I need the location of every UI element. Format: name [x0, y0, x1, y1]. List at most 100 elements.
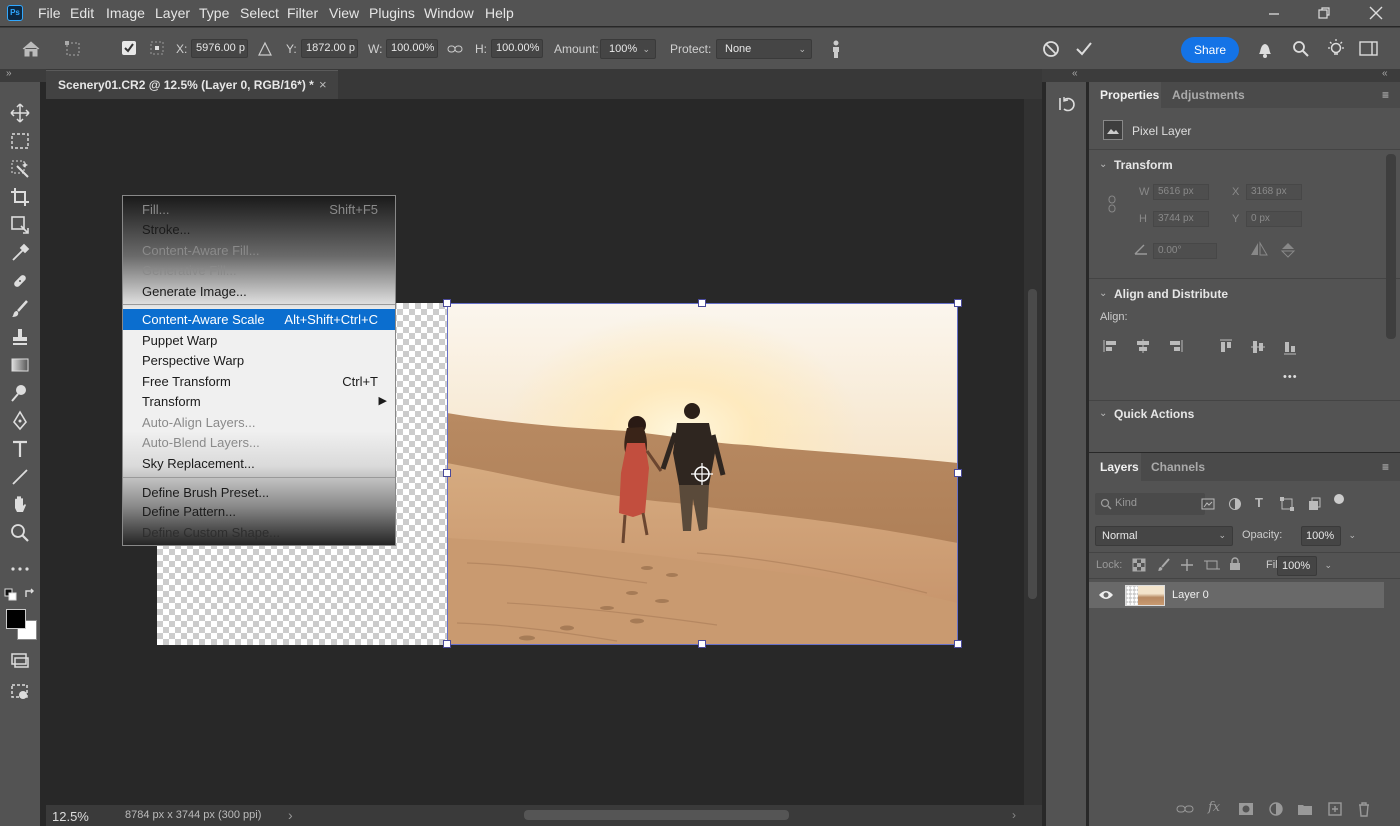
- share-button[interactable]: Share: [1181, 37, 1239, 63]
- minimize-icon[interactable]: [1264, 3, 1284, 23]
- clone-stamp-tool-icon[interactable]: [9, 326, 31, 348]
- menu-plugins[interactable]: Plugins: [369, 5, 415, 21]
- chevron-down-icon[interactable]: ⌄: [1099, 408, 1107, 419]
- menu-item-define-pattern[interactable]: Define Pattern...: [123, 501, 395, 522]
- close-tab-icon[interactable]: ×: [319, 77, 327, 92]
- layer-name[interactable]: Layer 0: [1172, 589, 1209, 601]
- protect-skin-tones-icon[interactable]: [828, 39, 844, 59]
- flip-vertical-icon[interactable]: [1280, 241, 1296, 259]
- chevron-down-icon[interactable]: ⌄: [1099, 159, 1107, 170]
- flip-horizontal-icon[interactable]: [1249, 241, 1269, 257]
- menu-item-generative-fill[interactable]: Generative Fill...: [123, 260, 395, 281]
- menu-layer[interactable]: Layer: [155, 5, 190, 21]
- filter-smart-object-icon[interactable]: [1307, 497, 1321, 511]
- object-selection-tool-icon[interactable]: [9, 158, 31, 180]
- commit-transform-icon[interactable]: [1074, 39, 1094, 59]
- transform-section-title[interactable]: Transform: [1114, 158, 1173, 172]
- blend-mode-dropdown[interactable]: Normal ⌄: [1095, 526, 1233, 546]
- menu-item-puppet-warp[interactable]: Puppet Warp: [123, 330, 395, 351]
- prop-y-field[interactable]: 0 px: [1246, 211, 1302, 227]
- amount-dropdown[interactable]: 100% ⌄: [600, 39, 656, 59]
- search-icon[interactable]: [1292, 40, 1310, 58]
- link-layers-icon[interactable]: [1176, 800, 1194, 818]
- collapse-left-icon[interactable]: «: [1072, 68, 1078, 79]
- healing-brush-tool-icon[interactable]: [9, 270, 31, 292]
- menu-item-content-aware-fill[interactable]: Content-Aware Fill...: [123, 240, 395, 261]
- transform-bounding-box[interactable]: [447, 303, 958, 645]
- foreground-color-swatch[interactable]: [6, 609, 26, 629]
- restore-icon[interactable]: [1314, 3, 1334, 23]
- document-info[interactable]: 8784 px x 3744 px (300 ppi): [125, 809, 261, 821]
- menu-item-fill[interactable]: Fill... Shift+F5: [123, 199, 395, 220]
- menu-item-auto-align-layers[interactable]: Auto-Align Layers...: [123, 412, 395, 433]
- swap-colors-icon[interactable]: [23, 587, 37, 601]
- menu-item-stroke[interactable]: Stroke...: [123, 219, 395, 240]
- pen-tool-icon[interactable]: [9, 410, 31, 432]
- transform-tool-preset-icon[interactable]: [62, 39, 86, 59]
- transform-handle-top-left[interactable]: [443, 299, 451, 307]
- transform-handle-bottom-right[interactable]: [954, 640, 962, 648]
- menu-item-define-custom-shape[interactable]: Define Custom Shape...: [123, 522, 395, 543]
- align-top-icon[interactable]: [1219, 339, 1233, 355]
- workspace-layout-icon[interactable]: [1359, 41, 1379, 57]
- chevron-down-icon[interactable]: ⌄: [1348, 530, 1356, 541]
- menu-item-define-brush-preset[interactable]: Define Brush Preset...: [123, 482, 395, 503]
- prop-h-field[interactable]: 3744 px: [1153, 211, 1209, 227]
- layer-row[interactable]: Layer 0: [1089, 582, 1384, 608]
- collapse-right-icon[interactable]: «: [1382, 68, 1388, 79]
- panel-menu-icon[interactable]: ≡: [1382, 88, 1389, 102]
- prop-angle-field[interactable]: 0.00°: [1153, 243, 1217, 259]
- menu-item-transform[interactable]: Transform ▶: [123, 391, 395, 412]
- delete-layer-trash-icon[interactable]: [1355, 800, 1373, 818]
- marquee-tool-icon[interactable]: [9, 130, 31, 152]
- layer-filter-search[interactable]: Kind: [1095, 493, 1205, 515]
- eyedropper-tool-icon[interactable]: [9, 242, 31, 264]
- add-mask-icon[interactable]: [1237, 800, 1255, 818]
- lock-artboard-icon[interactable]: [1204, 558, 1220, 572]
- transform-handle-bottom-left[interactable]: [443, 640, 451, 648]
- transform-handle-top[interactable]: [698, 299, 706, 307]
- close-window-icon[interactable]: [1366, 3, 1386, 23]
- y-field[interactable]: 1872.00 p: [301, 39, 358, 58]
- properties-scrollbar[interactable]: [1386, 154, 1396, 339]
- menu-type[interactable]: Type: [199, 5, 229, 21]
- new-layer-icon[interactable]: [1326, 800, 1344, 818]
- menu-help[interactable]: Help: [485, 5, 514, 21]
- expand-panel-icon[interactable]: »: [6, 68, 12, 79]
- brush-tool-icon[interactable]: [9, 298, 31, 320]
- history-icon[interactable]: [1056, 94, 1076, 114]
- gradient-tool-icon[interactable]: [9, 354, 31, 376]
- line-tool-icon[interactable]: [9, 466, 31, 488]
- align-vertical-center-icon[interactable]: [1251, 339, 1265, 355]
- h-field[interactable]: 100.00%: [491, 39, 543, 58]
- menu-item-perspective-warp[interactable]: Perspective Warp: [123, 350, 395, 371]
- lock-all-icon[interactable]: [1229, 557, 1241, 571]
- filter-shape-icon[interactable]: [1280, 497, 1294, 511]
- status-menu-arrow[interactable]: ›: [288, 807, 293, 823]
- default-colors-icon[interactable]: [4, 588, 18, 602]
- w-field[interactable]: 100.00%: [386, 39, 438, 58]
- align-bottom-icon[interactable]: [1283, 339, 1297, 355]
- menu-edit[interactable]: Edit: [70, 5, 94, 21]
- move-tool-icon[interactable]: [9, 102, 31, 124]
- align-left-icon[interactable]: [1103, 339, 1119, 353]
- chevron-down-icon[interactable]: ⌄: [1099, 288, 1107, 299]
- zoom-level[interactable]: 12.5%: [52, 809, 89, 824]
- opacity-field[interactable]: 100% ⌄: [1301, 526, 1356, 546]
- dodge-tool-icon[interactable]: [9, 382, 31, 404]
- tab-layers[interactable]: Layers: [1100, 460, 1139, 474]
- new-adjustment-layer-icon[interactable]: [1267, 800, 1285, 818]
- discover-lightbulb-icon[interactable]: [1326, 38, 1346, 60]
- transform-handle-left[interactable]: [443, 469, 451, 477]
- align-horizontal-center-icon[interactable]: [1135, 339, 1151, 353]
- layers-menu-icon[interactable]: ≡: [1382, 460, 1389, 474]
- protect-dropdown[interactable]: None ⌄: [716, 39, 812, 59]
- transform-handle-top-right[interactable]: [954, 299, 962, 307]
- fill-field[interactable]: 100% ⌄: [1277, 556, 1332, 576]
- horizontal-scroll-thumb[interactable]: [524, 810, 789, 820]
- align-section-title[interactable]: Align and Distribute: [1114, 287, 1228, 301]
- filter-adjustment-icon[interactable]: [1228, 497, 1242, 511]
- tab-adjustments[interactable]: Adjustments: [1172, 88, 1245, 102]
- lock-transparent-icon[interactable]: [1132, 558, 1146, 572]
- menu-item-auto-blend-layers[interactable]: Auto-Blend Layers...: [123, 432, 395, 453]
